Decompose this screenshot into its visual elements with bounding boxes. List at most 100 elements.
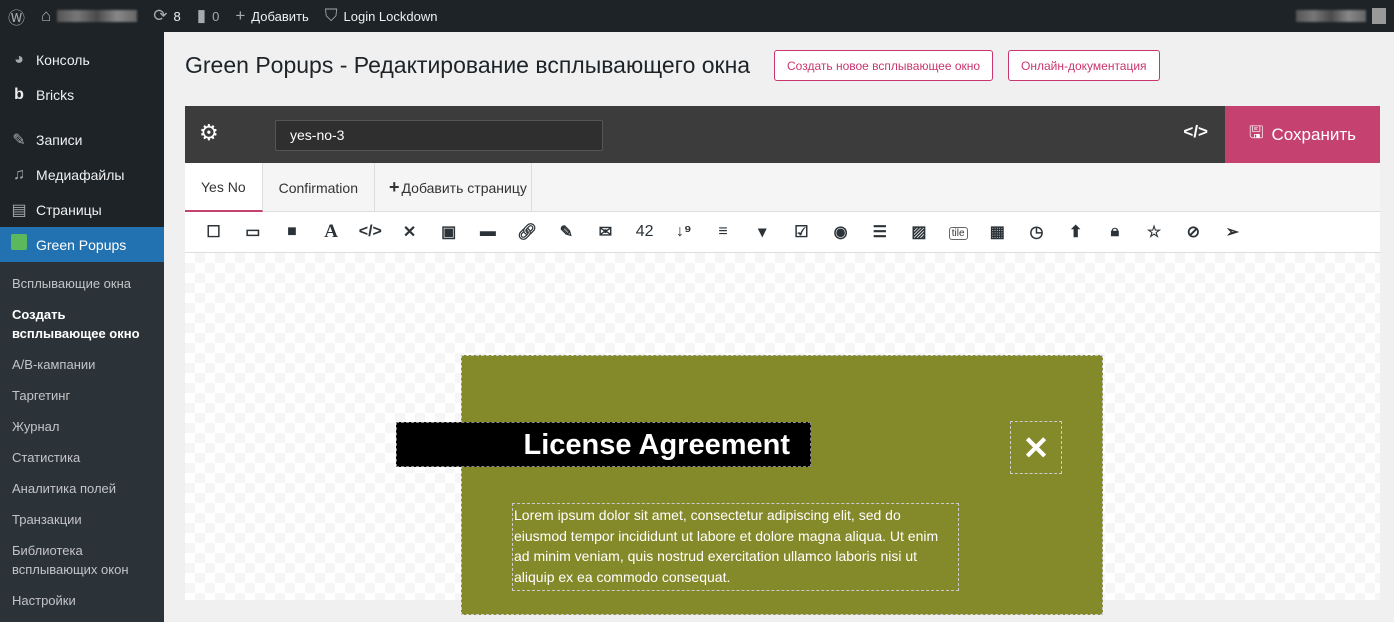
- avatar: [1372, 8, 1386, 24]
- html-tool-icon[interactable]: </>: [351, 223, 390, 241]
- star-tool-icon[interactable]: ☆: [1135, 222, 1174, 242]
- menu-bricks[interactable]: b Bricks: [0, 77, 164, 112]
- image-tool-icon[interactable]: ▭: [233, 222, 272, 242]
- number-tool-icon[interactable]: 42: [625, 223, 664, 241]
- submenu-create-popup[interactable]: Создать всплывающее окно: [0, 299, 164, 349]
- menu-label: Медиафайлы: [36, 166, 125, 183]
- dropdown-tool-icon[interactable]: ▾: [743, 222, 782, 242]
- calendar-tool-icon[interactable]: ▦: [978, 222, 1017, 242]
- menu-console[interactable]: ◕ Консоль: [0, 42, 164, 77]
- updates-count: 8: [173, 8, 181, 24]
- editor-toolbar: ⚙ yes-no-3 </> 🖫 Сохранить: [185, 106, 1380, 163]
- submenu-statistics[interactable]: Статистика: [0, 442, 164, 473]
- text-tool-icon[interactable]: A: [312, 221, 351, 243]
- refresh-icon: ⟳: [153, 6, 168, 25]
- updates-link[interactable]: ⟳ 8: [145, 0, 188, 32]
- add-page-label: Добавить страницу: [401, 179, 527, 196]
- comments-link[interactable]: ▮ 0: [189, 0, 228, 32]
- submenu-transactions[interactable]: Транзакции: [0, 504, 164, 535]
- tab-confirmation[interactable]: Confirmation: [263, 163, 375, 212]
- blurred-username: [1296, 10, 1366, 22]
- menu-label: Записи: [36, 131, 83, 148]
- plus-icon: +: [235, 6, 246, 25]
- tile-label: tile: [948, 227, 968, 240]
- popup-close-icon[interactable]: ✕: [1010, 421, 1062, 474]
- menu-green-popups[interactable]: Green Popups: [0, 227, 164, 262]
- tile-tool-icon[interactable]: tile: [939, 223, 978, 241]
- dashboard-icon: ◕: [14, 50, 24, 68]
- youtube-tool-icon[interactable]: ▣: [429, 222, 468, 242]
- home-icon: ⌂: [41, 6, 52, 25]
- plus-icon: +: [389, 177, 400, 197]
- align-left-tool-icon[interactable]: ≡: [703, 223, 742, 241]
- comments-count: 0: [212, 8, 220, 24]
- radio-tool-icon[interactable]: ◉: [821, 222, 860, 242]
- bricks-icon: b: [14, 85, 24, 103]
- email-tool-icon[interactable]: ✉: [586, 222, 625, 242]
- link-tool-icon[interactable]: 🔗︎: [508, 222, 547, 242]
- popup-title[interactable]: License Agreement: [396, 422, 811, 467]
- pin-icon: ✎: [12, 131, 26, 149]
- settings-gears-icon[interactable]: ⚙: [199, 120, 219, 146]
- list-tool-icon[interactable]: ☰: [860, 222, 899, 242]
- ruler-tool-icon[interactable]: ▬: [468, 223, 507, 241]
- docs-button[interactable]: Онлайн-документация: [1008, 50, 1160, 81]
- menu-label: Страницы: [36, 201, 102, 218]
- media-icon: ♫: [13, 165, 25, 183]
- submenu-settings[interactable]: Настройки: [0, 585, 164, 616]
- clock-tool-icon[interactable]: ◷: [1017, 222, 1056, 242]
- menu-label: Консоль: [36, 51, 90, 68]
- page-title: Green Popups - Редактирование всплывающе…: [185, 52, 751, 78]
- menu-posts[interactable]: ✎ Записи: [0, 122, 164, 157]
- element-toolbar: ☐ ▭ ■ A </> ✕ ▣ ▬ 🔗︎ ✎ ✉ 42 ↓⁹ ≡ ▾ ☑ ◉ ☰…: [185, 212, 1380, 253]
- comment-icon: ▮: [196, 6, 207, 25]
- menu-media[interactable]: ♫ Медиафайлы: [0, 157, 164, 192]
- create-popup-button[interactable]: Создать новое всплывающее окно: [774, 50, 994, 81]
- submenu-popups[interactable]: Всплывающие окна: [0, 268, 164, 299]
- paper-plane-tool-icon[interactable]: ➢: [1213, 222, 1252, 242]
- rectangle-tool-icon[interactable]: ☐: [194, 222, 233, 242]
- wordpress-logo[interactable]: Ⓦ: [0, 0, 33, 32]
- admin-bar: Ⓦ ⌂ ⟳ 8 ▮ 0 + Добавить ⛉ Login Lockdown: [0, 0, 1394, 32]
- wordpress-icon: Ⓦ: [8, 8, 25, 28]
- add-new-link[interactable]: + Добавить: [227, 0, 316, 32]
- blurred-site-name: [57, 10, 138, 22]
- checkbox-tool-icon[interactable]: ☑: [782, 222, 821, 242]
- page-tabs: Yes No Confirmation + Добавить страницу: [185, 163, 1380, 212]
- green-popups-icon: [10, 234, 28, 255]
- save-icon: 🖫: [1249, 123, 1264, 142]
- site-name[interactable]: ⌂: [33, 0, 145, 32]
- editor-canvas: License Agreement ✕ Lorem ipsum dolor si…: [185, 253, 1380, 615]
- save-label: Сохранить: [1271, 124, 1356, 144]
- login-lockdown-link[interactable]: ⛉ Login Lockdown: [317, 0, 446, 32]
- menu-pages[interactable]: ▤ Страницы: [0, 192, 164, 227]
- submenu-library[interactable]: Библиотека всплывающих окон: [0, 535, 164, 585]
- submenu-targeting[interactable]: Таргетинг: [0, 380, 164, 411]
- video-tool-icon[interactable]: ■: [272, 223, 311, 241]
- pages-icon: ▤: [11, 201, 27, 219]
- menu-label: Green Popups: [36, 236, 127, 253]
- submenu: Всплывающие окна Создать всплывающее окн…: [0, 262, 164, 622]
- add-page-button[interactable]: + Добавить страницу: [375, 163, 532, 212]
- lock-tool-icon[interactable]: 🔒︎: [1095, 223, 1134, 241]
- shield-icon: ⛉: [324, 6, 338, 25]
- tab-yes-no[interactable]: Yes No: [185, 163, 263, 212]
- pencil-tool-icon[interactable]: ✎: [547, 222, 586, 242]
- submenu-ab-campaigns[interactable]: A/B-кампании: [0, 349, 164, 380]
- menu-label: Bricks: [36, 86, 75, 103]
- sort-numeric-tool-icon[interactable]: ↓⁹: [664, 223, 703, 241]
- popup-name-input[interactable]: yes-no-3: [275, 120, 603, 151]
- admin-sidebar: ◕ Консоль b Bricks ✎ Записи ♫ Медиафайлы ▤ Ст…: [0, 32, 164, 622]
- upload-tool-icon[interactable]: ⬆: [1056, 222, 1095, 242]
- close-tool-icon[interactable]: ✕: [390, 222, 429, 242]
- submenu-field-analytics[interactable]: Аналитика полей: [0, 473, 164, 504]
- popup-text[interactable]: Lorem ipsum dolor sit amet, consectetur …: [512, 503, 959, 591]
- gallery-tool-icon[interactable]: ▨: [899, 222, 938, 242]
- plugin-label: Login Lockdown: [343, 8, 438, 24]
- user-account[interactable]: [1288, 0, 1394, 32]
- save-button[interactable]: 🖫 Сохранить: [1225, 106, 1380, 163]
- eye-slash-tool-icon[interactable]: ⊘: [1174, 222, 1213, 242]
- code-icon[interactable]: </>: [1183, 122, 1208, 142]
- add-label: Добавить: [251, 8, 309, 24]
- submenu-log[interactable]: Журнал: [0, 411, 164, 442]
